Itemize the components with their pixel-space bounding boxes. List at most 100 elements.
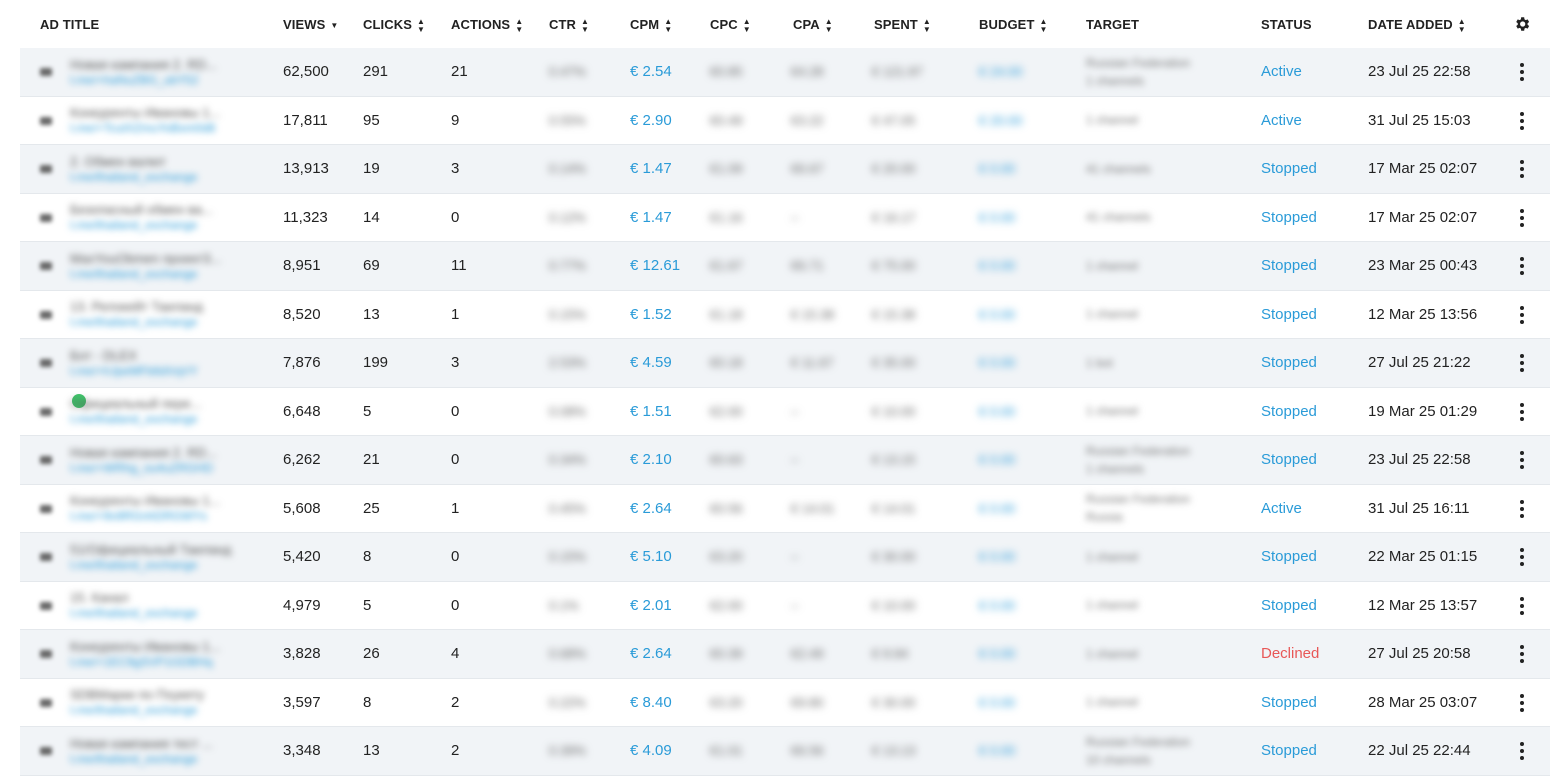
- col-views[interactable]: VIEWS ▼: [283, 17, 338, 32]
- budget-cell[interactable]: € 0.00: [979, 485, 1015, 533]
- gear-icon[interactable]: [1513, 15, 1531, 33]
- cpm-cell[interactable]: € 2.54: [630, 48, 672, 96]
- ad-link[interactable]: t.me/+WRhg_ou4uZRGHD: [70, 461, 213, 475]
- table-row[interactable]: Официальный пере... t.me/thailand_exchang…: [20, 387, 1550, 436]
- cpm-cell[interactable]: € 1.51: [630, 388, 672, 436]
- budget-cell[interactable]: € 0.00: [979, 291, 1015, 339]
- status-badge[interactable]: Active: [1261, 48, 1302, 96]
- budget-cell[interactable]: € 0.00: [979, 339, 1015, 387]
- status-badge[interactable]: Stopped: [1261, 291, 1317, 339]
- table-row[interactable]: Конкуренты Ивановы 1... t.me/+9o9RGnhDRGW…: [20, 484, 1550, 533]
- table-row[interactable]: Новая кампания тест ... t.me/thailand_exc…: [20, 727, 1550, 776]
- col-cpc[interactable]: CPC ▲ ▼: [710, 17, 751, 34]
- ad-link[interactable]: t.me/thailand_exchange: [70, 558, 197, 572]
- kebab-menu-icon[interactable]: [1514, 63, 1530, 81]
- col-cpa[interactable]: CPA ▲ ▼: [793, 17, 833, 34]
- cpm-cell[interactable]: € 2.64: [630, 485, 672, 533]
- status-badge[interactable]: Stopped: [1261, 727, 1317, 775]
- cpm-cell[interactable]: € 2.01: [630, 582, 672, 630]
- ad-title-cell[interactable]: Новая кампания тест ... t.me/thailand_exc…: [70, 727, 270, 775]
- ad-title[interactable]: MaxYouObmen проект3...: [70, 251, 221, 267]
- kebab-menu-icon[interactable]: [1514, 354, 1530, 372]
- ad-link[interactable]: t.me/+haNuZBG_ubY52: [70, 73, 198, 87]
- kebab-menu-icon[interactable]: [1514, 208, 1530, 227]
- ad-link[interactable]: t.me/thailand_exchange: [70, 267, 197, 281]
- ad-title-cell[interactable]: 13. Релокейт Таиланд t.me/thailand_exchan…: [70, 291, 270, 339]
- ad-title-cell[interactable]: Бот - DLEX t.me/+hJpeMFb6dVqVY: [70, 339, 270, 387]
- status-badge[interactable]: Stopped: [1261, 145, 1317, 193]
- ad-link[interactable]: t.me/+hJpeMFb6dVqVY: [70, 364, 198, 378]
- kebab-menu-icon[interactable]: [1514, 111, 1530, 130]
- ad-title[interactable]: Безопасный обмен ва...: [70, 202, 213, 218]
- ad-title-cell[interactable]: Конкуренты Ивановы 1... t.me/+TcutXZmuYoB…: [70, 97, 270, 145]
- ad-title-cell[interactable]: Конкуренты Ивановы 1... t.me/+9o9RGnhDRGW…: [70, 485, 270, 533]
- kebab-menu-icon[interactable]: [1514, 499, 1530, 518]
- ad-link[interactable]: t.me/thailand_exchange: [70, 412, 197, 426]
- table-row[interactable]: Новая кампания 2. RD... t.me/+haNuZBG_ubY…: [20, 48, 1550, 97]
- cpm-cell[interactable]: € 1.47: [630, 145, 672, 193]
- status-badge[interactable]: Stopped: [1261, 242, 1317, 290]
- budget-cell[interactable]: € 0.00: [979, 194, 1015, 242]
- ad-link[interactable]: t.me/thailand_exchange: [70, 218, 197, 232]
- cpm-cell[interactable]: € 12.61: [630, 242, 680, 290]
- budget-cell[interactable]: € 20.00: [979, 97, 1022, 145]
- status-badge[interactable]: Stopped: [1261, 533, 1317, 581]
- status-badge[interactable]: Stopped: [1261, 679, 1317, 727]
- col-ctr[interactable]: CTR ▲ ▼: [549, 17, 589, 34]
- budget-cell[interactable]: € 0.00: [979, 388, 1015, 436]
- table-row[interactable]: 51/Официальный Таиланд t.me/thailand_exch…: [20, 533, 1550, 582]
- budget-cell[interactable]: € 0.00: [979, 727, 1015, 775]
- kebab-menu-icon[interactable]: [1514, 645, 1530, 663]
- ad-title[interactable]: 13. Релокейт Таиланд: [70, 299, 203, 315]
- budget-cell[interactable]: € 0.00: [979, 436, 1015, 484]
- kebab-menu-icon[interactable]: [1514, 160, 1530, 178]
- table-row[interactable]: 13. Релокейт Таиланд t.me/thailand_exchan…: [20, 290, 1550, 339]
- ad-link[interactable]: t.me/thailand_exchange: [70, 170, 197, 184]
- col-spent[interactable]: SPENT ▲ ▼: [874, 17, 931, 34]
- kebab-menu-icon[interactable]: [1514, 402, 1530, 421]
- status-badge[interactable]: Stopped: [1261, 582, 1317, 630]
- budget-cell[interactable]: € 0.00: [979, 533, 1015, 581]
- ad-title[interactable]: 51/Официальный Таиланд: [70, 542, 231, 558]
- status-badge[interactable]: Stopped: [1261, 436, 1317, 484]
- kebab-menu-icon[interactable]: [1514, 742, 1530, 760]
- cpm-cell[interactable]: € 5.10: [630, 533, 672, 581]
- ad-title-cell[interactable]: 51/Официальный Таиланд t.me/thailand_exch…: [70, 533, 270, 581]
- ad-title[interactable]: Новая кампания тест ...: [70, 736, 213, 752]
- col-date-added[interactable]: DATE ADDED ▲ ▼: [1368, 17, 1466, 34]
- budget-cell[interactable]: € 24.00: [979, 48, 1022, 96]
- status-badge[interactable]: Declined: [1261, 630, 1319, 678]
- ad-title-cell[interactable]: 15. Канал t.me/thailand_exchange: [70, 582, 270, 630]
- kebab-menu-icon[interactable]: [1514, 257, 1530, 275]
- col-clicks[interactable]: CLICKS ▲ ▼: [363, 17, 425, 34]
- cpm-cell[interactable]: € 1.52: [630, 291, 672, 339]
- table-row[interactable]: SDBМарки по Пхукету t.me/thailand_exchang…: [20, 678, 1550, 727]
- ad-title[interactable]: Конкуренты Ивановы 1...: [70, 493, 220, 509]
- ad-title[interactable]: Конкуренты Ивановы 1...: [70, 639, 220, 655]
- ad-link[interactable]: t.me/thailand_exchange: [70, 606, 197, 620]
- ad-title[interactable]: Новая кампания 2. RD...: [70, 445, 217, 461]
- kebab-menu-icon[interactable]: [1514, 548, 1530, 566]
- ad-title[interactable]: Бот - DLEX: [70, 348, 137, 364]
- budget-cell[interactable]: € 0.00: [979, 582, 1015, 630]
- cpm-cell[interactable]: € 2.10: [630, 436, 672, 484]
- table-row[interactable]: 15. Канал t.me/thailand_exchange 4,979 5 0 0.…: [20, 581, 1550, 630]
- ad-title[interactable]: 2. Обмен валют: [70, 154, 166, 170]
- budget-cell[interactable]: € 0.00: [979, 145, 1015, 193]
- table-row[interactable]: Конкуренты Ивановы 1... t.me/+1EC9gSVP1GD…: [20, 630, 1550, 679]
- table-row[interactable]: 2. Обмен валют t.me/thailand_exchange 13,9…: [20, 145, 1550, 194]
- col-cpm[interactable]: CPM ▲ ▼: [630, 17, 672, 34]
- status-badge[interactable]: Stopped: [1261, 194, 1317, 242]
- budget-cell[interactable]: € 0.00: [979, 630, 1015, 678]
- kebab-menu-icon[interactable]: [1514, 451, 1530, 469]
- ad-link[interactable]: t.me/+1EC9gSVP1GDBHq: [70, 655, 212, 669]
- cpm-cell[interactable]: € 1.47: [630, 194, 672, 242]
- ad-link[interactable]: t.me/thailand_exchange: [70, 315, 197, 329]
- cpm-cell[interactable]: € 4.59: [630, 339, 672, 387]
- ad-title[interactable]: Конкуренты Ивановы 1...: [70, 105, 220, 121]
- ad-title[interactable]: SDBМарки по Пхукету: [70, 687, 204, 703]
- cpm-cell[interactable]: € 8.40: [630, 679, 672, 727]
- ad-title-cell[interactable]: Новая кампания 2. RD... t.me/+WRhg_ou4uZR…: [70, 436, 270, 484]
- ad-title-cell[interactable]: 2. Обмен валют t.me/thailand_exchange: [70, 145, 270, 193]
- table-row[interactable]: MaxYouObmen проект3... t.me/thailand_exch…: [20, 242, 1550, 291]
